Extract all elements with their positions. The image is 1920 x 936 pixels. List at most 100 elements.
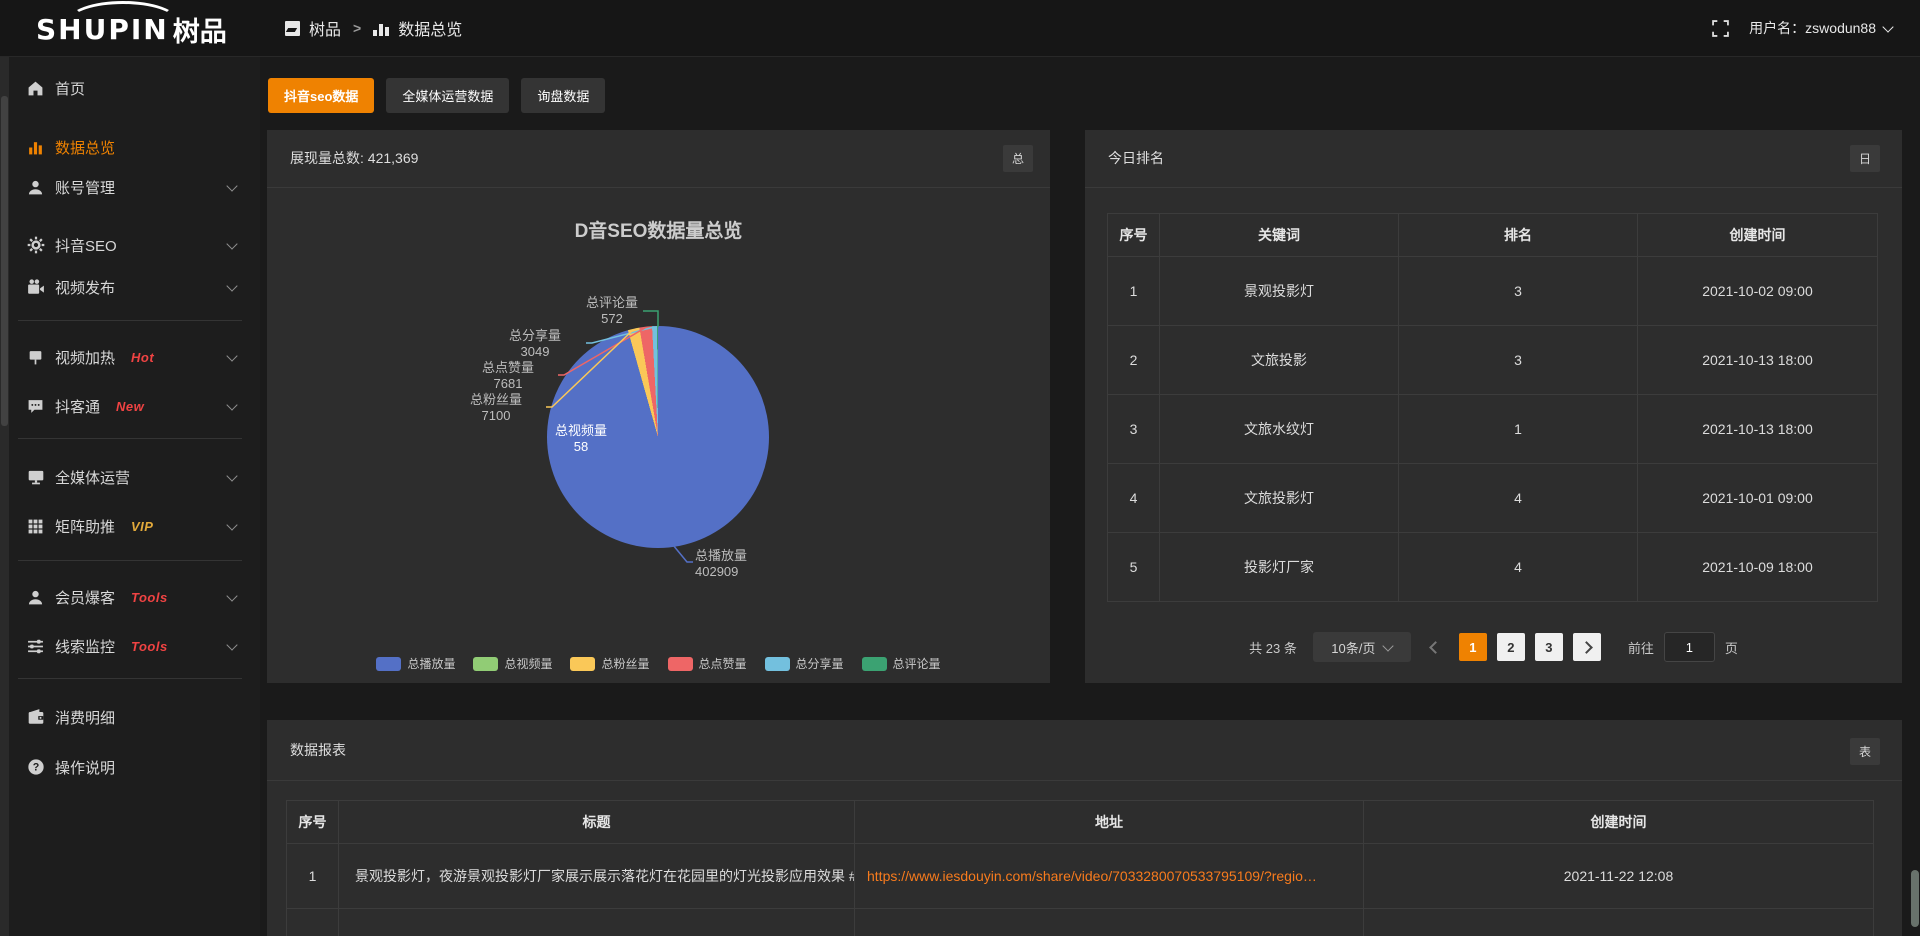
svg-text:?: ?	[32, 762, 39, 774]
chevron-right-icon	[1580, 641, 1593, 654]
ranking-table: 序号关键词排名创建时间 1景观投影灯32021-10-02 09:002文旅投影…	[1107, 213, 1878, 602]
member-icon	[26, 588, 45, 607]
report-table-header-row: 序号标题地址创建时间	[287, 801, 1874, 844]
goto-page-label: 前往	[1628, 638, 1654, 657]
page-button-1[interactable]: 1	[1459, 633, 1487, 661]
table-badge-button[interactable]: 表	[1850, 738, 1880, 765]
table-cell: 2021-10-13 18:00	[1638, 326, 1878, 395]
overview-panel-header: 展现量总数: 421,369 总	[267, 130, 1050, 188]
sidebar-item-首页[interactable]: 首页	[0, 68, 260, 108]
sidebar-item-会员爆客[interactable]: 会员爆客Tools	[0, 577, 260, 617]
page-size-value: 10条/页	[1331, 638, 1375, 657]
page-scrollbar-thumb[interactable]	[1911, 870, 1919, 927]
chevron-down-icon	[1882, 21, 1893, 32]
report-url-link[interactable]: https://www.iesdouyin.com/share/video/70…	[855, 844, 1364, 909]
goto-page-input[interactable]	[1664, 632, 1715, 662]
app-logo: SHUPIN 树品	[36, 9, 227, 49]
pie-label-name: 总粉丝量	[446, 392, 546, 408]
sidebar-item-消费明细[interactable]: 消费明细	[0, 697, 260, 737]
sidebar-item-label: 视频加热	[55, 347, 115, 368]
sidebar-badge-VIP: VIP	[131, 519, 153, 534]
column-header: 序号	[287, 801, 339, 844]
page-button-3[interactable]: 3	[1535, 633, 1563, 661]
question-icon: ?	[26, 758, 45, 777]
sidebar-item-全媒体运营[interactable]: 全媒体运营	[0, 457, 260, 497]
pie-label-value: 58	[531, 439, 631, 455]
legend-swatch	[570, 657, 595, 671]
report-title-cell: 景观投影灯，夜游景观投影灯厂家展示展示落花灯在花园里的灯光投影应用效果 #	[339, 844, 855, 909]
total-badge-button[interactable]: 总	[1003, 145, 1033, 172]
pie-label-fans: 总粉丝量 7100	[446, 392, 546, 424]
breadcrumb-current: 数据总览	[398, 16, 462, 40]
sidebar-item-label: 视频发布	[55, 277, 115, 298]
table-cell: 2021-10-13 18:00	[1638, 395, 1878, 464]
table-cell: 1	[1108, 257, 1160, 326]
report-table: 序号标题地址创建时间 1景观投影灯，夜游景观投影灯厂家展示展示落花灯在花园里的灯…	[286, 800, 1874, 936]
sidebar-item-视频发布[interactable]: 视频发布	[0, 267, 260, 307]
table-cell	[339, 909, 855, 936]
chevron-left-icon	[1429, 641, 1442, 654]
sidebar-item-操作说明[interactable]: ?操作说明	[0, 747, 260, 787]
breadcrumb-root[interactable]: 树品	[309, 16, 341, 40]
chevron-down-icon	[226, 238, 237, 249]
pie-label-share: 总分享量 3049	[485, 328, 585, 360]
table-cell: 文旅投影灯	[1160, 464, 1399, 533]
table-cell: 3	[1108, 395, 1160, 464]
legend-item-总分享量[interactable]: 总分享量	[765, 655, 844, 672]
sidebar-item-线索监控[interactable]: 线索监控Tools	[0, 626, 260, 666]
sidebar-item-label: 全媒体运营	[55, 467, 130, 488]
sidebar-divider	[18, 560, 242, 561]
report-panel-title: 数据报表	[290, 720, 346, 780]
table-cell: 2	[1108, 326, 1160, 395]
sidebar-item-label: 数据总览	[55, 137, 115, 158]
sidebar-item-label: 矩阵助推	[55, 516, 115, 537]
pie-label-video: 总视频量 58	[531, 423, 631, 455]
username-label: 用户名：zswodun88	[1749, 18, 1876, 38]
chart-legend: 总播放量 总视频量 总粉丝量 总点赞量 总分享量 总评论量	[267, 655, 1050, 672]
table-cell: 4	[1399, 464, 1638, 533]
pie-label-name: 总分享量	[485, 328, 585, 344]
sidebar-divider	[18, 320, 242, 321]
pie-label-value: 7681	[458, 376, 558, 392]
chat-bubble-icon	[26, 397, 45, 416]
fullscreen-icon[interactable]	[1712, 20, 1729, 37]
table-cell: 2021-10-02 09:00	[1638, 257, 1878, 326]
day-badge-button[interactable]: 日	[1850, 145, 1880, 172]
column-header: 排名	[1399, 214, 1638, 257]
sidebar-divider	[18, 678, 242, 679]
impressions-total-label: 展现量总数: 421,369	[290, 130, 418, 187]
sidebar-item-label: 抖客通	[55, 396, 100, 417]
sidebar-item-数据总览[interactable]: 数据总览	[0, 127, 260, 167]
page-size-select[interactable]: 10条/页	[1313, 632, 1411, 662]
chevron-down-icon	[226, 639, 237, 650]
sidebar-item-账号管理[interactable]: 账号管理	[0, 167, 260, 207]
legend-label: 总分享量	[796, 655, 844, 672]
pie-label-name: 总视频量	[531, 423, 631, 439]
sidebar-item-视频加热[interactable]: 视频加热Hot	[0, 337, 260, 377]
user-menu[interactable]: 用户名：zswodun88	[1749, 18, 1892, 38]
goto-page-suffix: 页	[1725, 638, 1738, 657]
tab-douyin-seo[interactable]: 抖音seo数据	[268, 78, 374, 113]
breadcrumb: 树品 > 数据总览	[285, 0, 462, 56]
page-button-2[interactable]: 2	[1497, 633, 1525, 661]
sidebar-item-抖音SEO[interactable]: 抖音SEO	[0, 225, 260, 265]
table-cell: 1	[1399, 395, 1638, 464]
sidebar-item-矩阵助推[interactable]: 矩阵助推 VIP	[0, 506, 260, 546]
tab-media-ops[interactable]: 全媒体运营数据	[386, 78, 509, 113]
pie-label-name: 总点赞量	[458, 360, 558, 376]
main-content: 抖音seo数据 全媒体运营数据 询盘数据 展现量总数: 421,369 总 D音…	[260, 56, 1920, 936]
sidebar-item-抖客通[interactable]: 抖客通New	[0, 386, 260, 426]
sidebar-item-label: 会员爆客	[55, 587, 115, 608]
legend-item-总评论量[interactable]: 总评论量	[862, 655, 941, 672]
pie-label-like: 总点赞量 7681	[458, 360, 558, 392]
legend-item-总点赞量[interactable]: 总点赞量	[668, 655, 747, 672]
tab-inquiry[interactable]: 询盘数据	[521, 78, 605, 113]
table-cell: 文旅水纹灯	[1160, 395, 1399, 464]
legend-item-总播放量[interactable]: 总播放量	[376, 655, 455, 672]
prev-page-button[interactable]	[1431, 643, 1440, 652]
sidebar-badge-Tools: Tools	[131, 639, 168, 654]
ranking-panel: 今日排名 日 序号关键词排名创建时间 1景观投影灯32021-10-02 09:…	[1085, 130, 1902, 683]
legend-item-总视频量[interactable]: 总视频量	[473, 655, 552, 672]
next-page-button[interactable]	[1573, 633, 1601, 661]
legend-item-总粉丝量[interactable]: 总粉丝量	[570, 655, 649, 672]
